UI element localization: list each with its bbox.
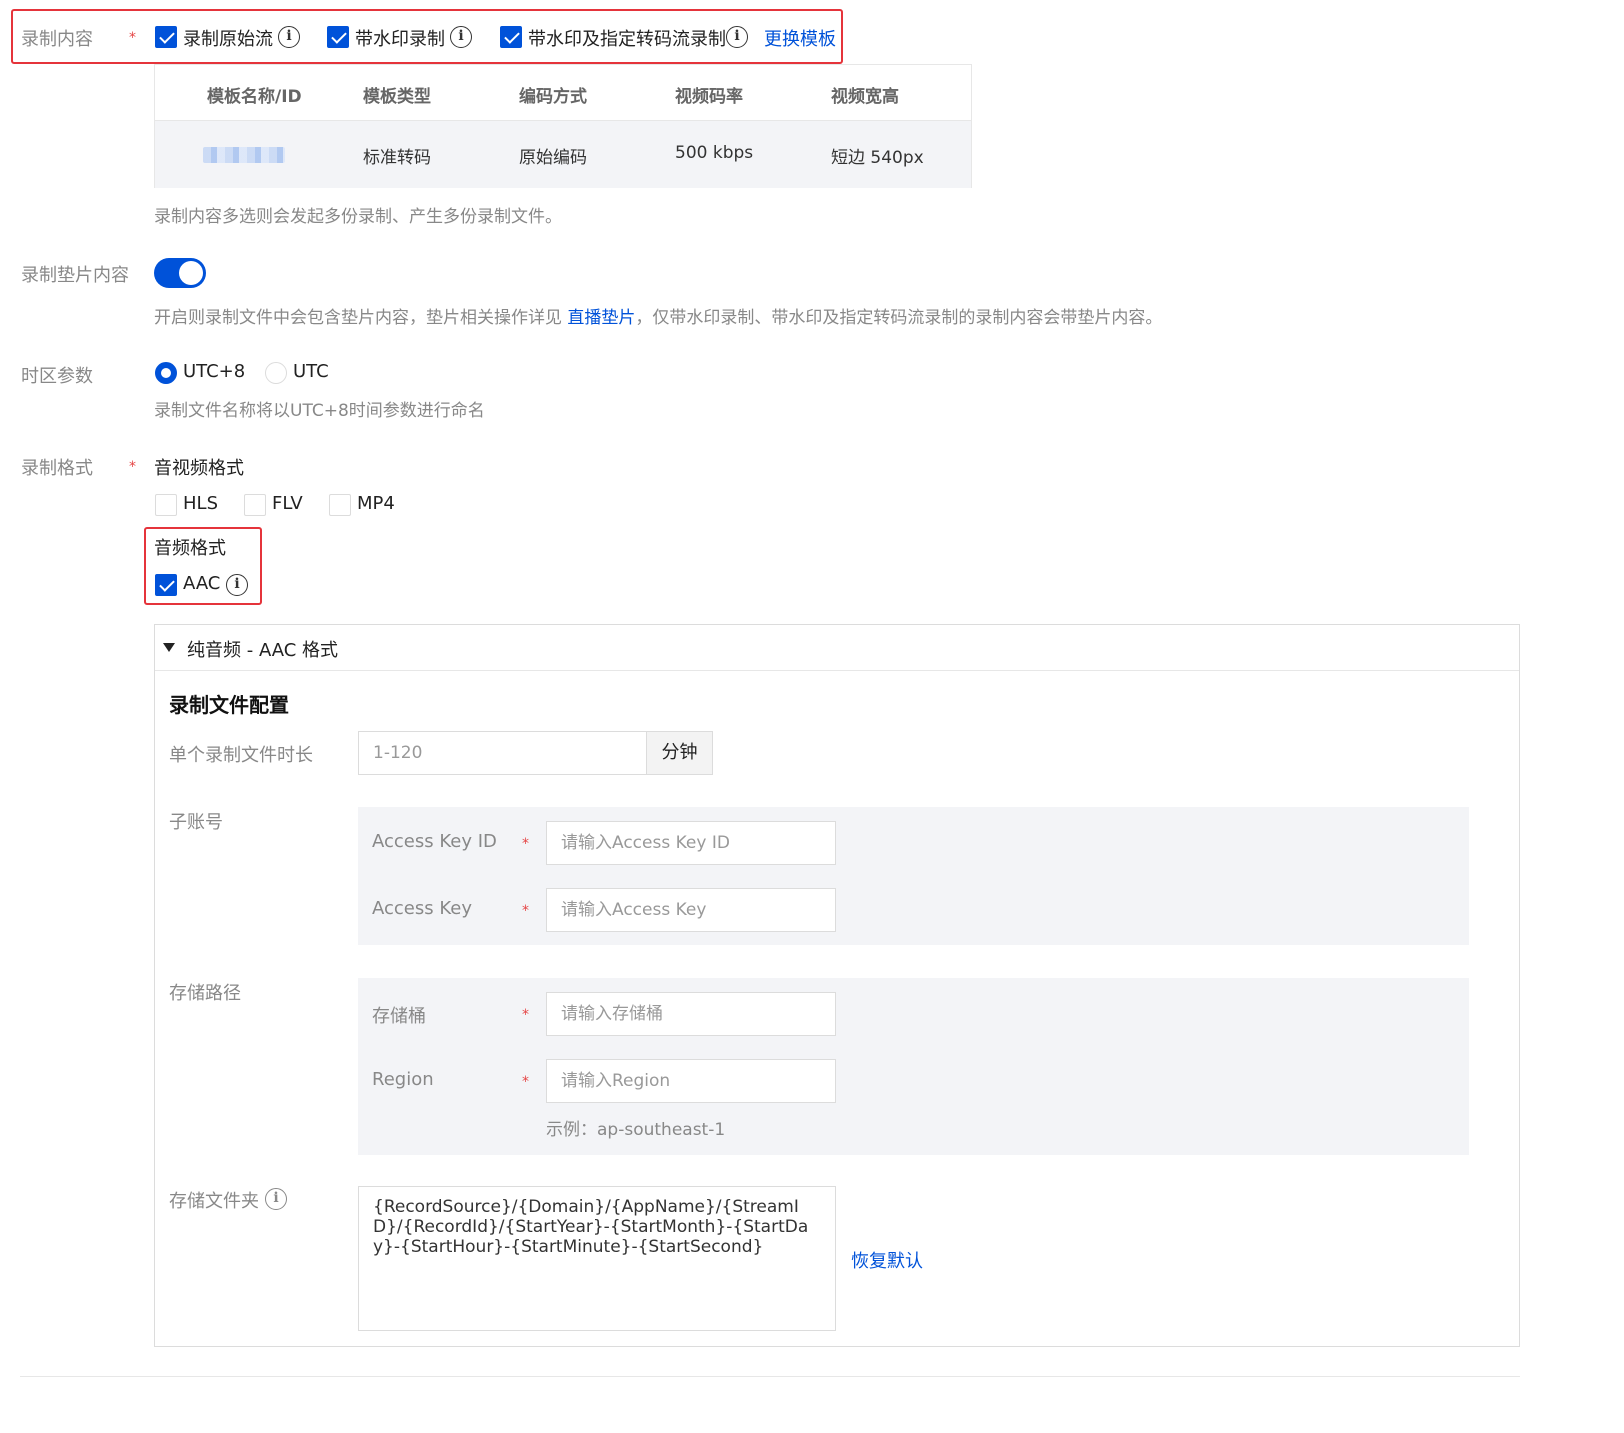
table-cell: 500 kbps <box>675 143 754 163</box>
option-label-watermark: 带水印录制 <box>355 29 445 50</box>
duration-unit: 分钟 <box>647 731 713 775</box>
record-content-help: 录制内容多选则会发起多份录制、产生多份录制文件。 <box>154 207 562 227</box>
slate-help-text: 开启则录制文件中会包含垫片内容，垫片相关操作详见 <box>154 308 568 328</box>
radio-utc8[interactable] <box>155 362 177 384</box>
access-key-label: Access Key <box>372 898 472 919</box>
option-label-original-stream: 录制原始流 <box>183 29 273 50</box>
checkbox-watermark[interactable] <box>327 26 349 48</box>
storage-path-box: 存储桶 * 请输入存储桶 Region * 请输入Region 示例：ap-so… <box>358 978 1469 1155</box>
option-label-hls: HLS <box>183 493 218 514</box>
record-content-label: 录制内容 <box>21 29 93 50</box>
option-label-watermark-transcode: 带水印及指定转码流录制 <box>528 29 726 50</box>
storage-folder-label: 存储文件夹 <box>169 1191 259 1212</box>
timezone-label: 时区参数 <box>21 366 93 387</box>
checkbox-watermark-transcode[interactable] <box>500 26 522 48</box>
sub-account-box: Access Key ID * 请输入Access Key ID Access … <box>358 807 1469 945</box>
slate-doc-link[interactable]: 直播垫片 <box>567 308 635 328</box>
slate-help: 开启则录制文件中会包含垫片内容，垫片相关操作详见 直播垫片，仅带水印录制、带水印… <box>154 303 1162 328</box>
column-header: 模板类型 <box>363 87 431 107</box>
column-header: 视频宽高 <box>831 87 899 107</box>
change-template-link[interactable]: 更换模板 <box>764 25 836 51</box>
timezone-help: 录制文件名称将以UTC+8时间参数进行命名 <box>154 401 485 421</box>
region-label: Region <box>372 1069 434 1090</box>
info-icon[interactable]: i <box>265 1188 287 1210</box>
region-placeholder: 请输入Region <box>561 1071 671 1091</box>
slate-toggle[interactable] <box>154 258 206 288</box>
access-key-id-label: Access Key ID <box>372 831 497 852</box>
bucket-placeholder: 请输入存储桶 <box>561 1004 663 1024</box>
table-row: 标准转码 原始编码 500 kbps 短边 540px <box>155 121 971 188</box>
option-label-flv: FLV <box>272 493 303 514</box>
template-table: 模板名称/ID 模板类型 编码方式 视频码率 视频宽高 标准转码 原始编码 50… <box>154 64 972 188</box>
info-icon[interactable]: i <box>726 26 748 48</box>
info-icon[interactable]: i <box>278 26 300 48</box>
restore-default-link[interactable]: 恢复默认 <box>851 1247 923 1273</box>
caret-down-icon[interactable] <box>163 643 175 652</box>
storage-folder-textarea[interactable]: {RecordSource}/{Domain}/{AppName}/{Strea… <box>358 1186 836 1331</box>
info-icon[interactable]: i <box>226 574 248 596</box>
region-example: 示例：ap-southeast-1 <box>546 1120 726 1140</box>
checkbox-original-stream[interactable] <box>155 26 177 48</box>
panel-title: 纯音频 - AAC 格式 <box>187 640 339 661</box>
audio-format-title: 音频格式 <box>154 538 226 559</box>
bucket-input[interactable]: 请输入存储桶 <box>546 992 836 1036</box>
radio-label-utc8: UTC+8 <box>183 361 246 382</box>
slate-label: 录制垫片内容 <box>21 265 129 286</box>
column-header: 编码方式 <box>519 87 587 107</box>
option-label-mp4: MP4 <box>357 493 395 514</box>
duration-label: 单个录制文件时长 <box>169 745 313 766</box>
region-input[interactable]: 请输入Region <box>546 1059 836 1103</box>
table-cell: 标准转码 <box>363 148 431 168</box>
checkbox-flv[interactable] <box>244 494 266 516</box>
sub-account-label: 子账号 <box>169 812 223 833</box>
radio-label-utc: UTC <box>293 361 329 382</box>
info-icon[interactable]: i <box>450 26 472 48</box>
access-key-placeholder: 请输入Access Key <box>561 900 707 920</box>
table-cell: 原始编码 <box>519 148 587 168</box>
slate-help-text: ，仅带水印录制、带水印及指定转码流录制的录制内容会带垫片内容。 <box>635 308 1163 328</box>
storage-path-label: 存储路径 <box>169 983 241 1004</box>
column-header: 模板名称/ID <box>207 87 302 107</box>
table-header: 模板名称/ID 模板类型 编码方式 视频码率 视频宽高 <box>155 65 971 121</box>
access-key-input[interactable]: 请输入Access Key <box>546 888 836 932</box>
column-header: 视频码率 <box>675 87 743 107</box>
bucket-label: 存储桶 <box>372 1006 426 1027</box>
checkbox-mp4[interactable] <box>329 494 351 516</box>
required-mark: * <box>522 1074 529 1090</box>
checkbox-hls[interactable] <box>155 494 177 516</box>
table-cell: 短边 540px <box>831 148 924 168</box>
access-key-id-input[interactable]: 请输入Access Key ID <box>546 821 836 865</box>
aac-collapse-panel: 纯音频 - AAC 格式 录制文件配置 单个录制文件时长 1-120 分钟 子账… <box>154 624 1520 1347</box>
required-mark: * <box>129 30 136 46</box>
divider <box>20 1376 1520 1377</box>
access-key-id-placeholder: 请输入Access Key ID <box>561 833 730 853</box>
required-mark: * <box>522 903 529 919</box>
required-mark: * <box>522 1007 529 1023</box>
duration-input[interactable]: 1-120 <box>358 731 647 775</box>
required-mark: * <box>129 459 136 475</box>
section-title: 录制文件配置 <box>169 693 289 717</box>
blurred-template-id <box>203 147 285 163</box>
checkbox-aac[interactable] <box>155 574 177 596</box>
required-mark: * <box>522 836 529 852</box>
duration-placeholder: 1-120 <box>373 743 423 763</box>
radio-utc[interactable] <box>265 362 287 384</box>
option-label-aac: AAC <box>183 573 221 594</box>
panel-header[interactable]: 纯音频 - AAC 格式 <box>155 625 1519 671</box>
av-format-title: 音视频格式 <box>154 458 244 479</box>
record-format-label: 录制格式 <box>21 458 93 479</box>
